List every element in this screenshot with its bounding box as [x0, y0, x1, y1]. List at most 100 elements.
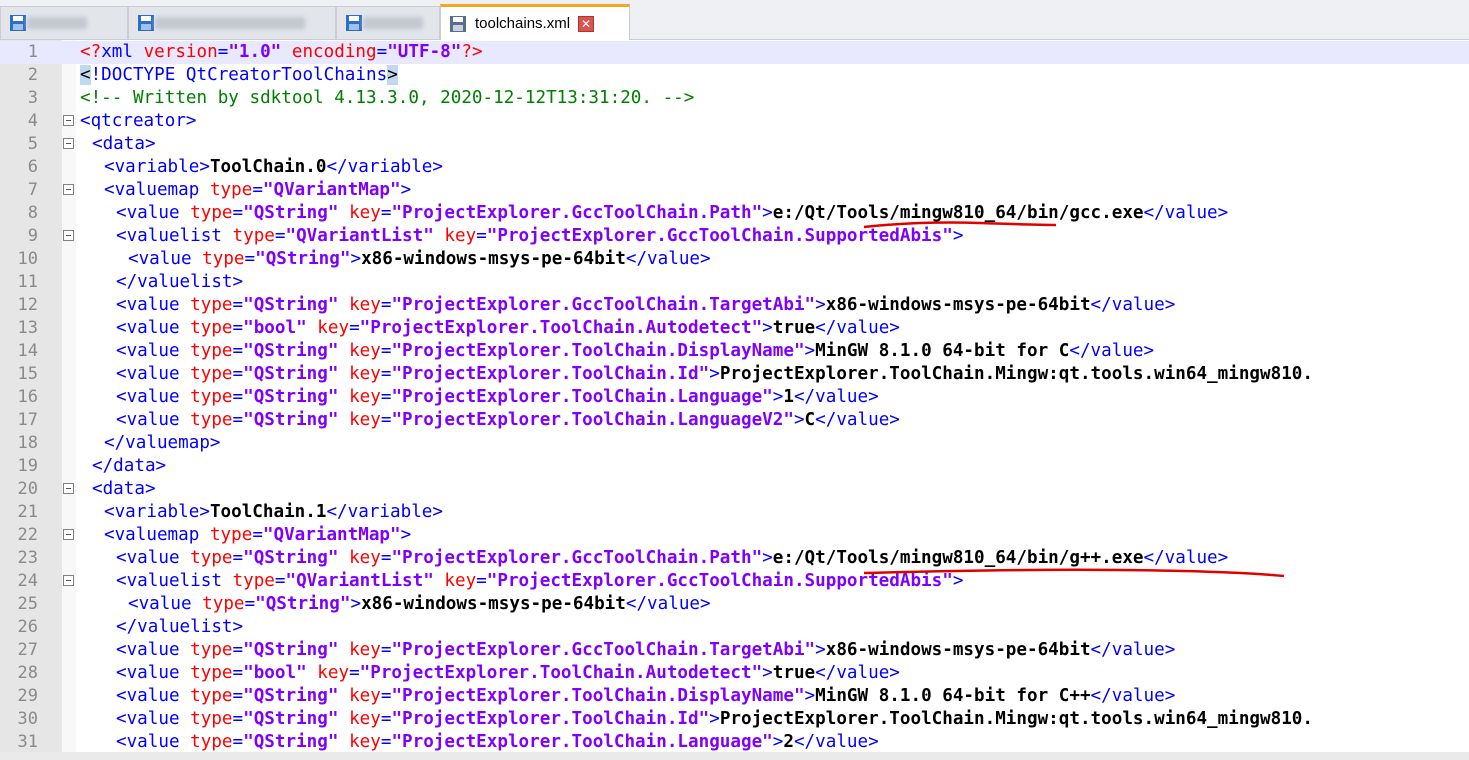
fold-toggle-icon[interactable]: [63, 575, 74, 586]
code-line[interactable]: 1 <?xml version="1.0" encoding="UTF-8"?>: [0, 41, 1469, 64]
code-line[interactable]: 25 <value type="QString">x86-windows-msys…: [0, 593, 1469, 616]
code-token: =: [232, 640, 244, 660]
code-token: </value>: [793, 732, 879, 752]
code-line[interactable]: 12 <value type="QString" key="ProjectExpl…: [0, 294, 1469, 317]
annotation-underline-gcc: [863, 221, 1057, 229]
code-token: <valuelist: [116, 226, 233, 246]
code-text: </valuelist>: [116, 616, 243, 639]
code-token: =: [274, 571, 286, 591]
code-line[interactable]: 5 <data>: [0, 133, 1469, 156]
code-token: "QVariantList": [285, 226, 434, 246]
code-token: "UTF-8": [387, 42, 462, 62]
code-token: <qtcreator>: [80, 111, 197, 131]
code-token: <value: [116, 640, 191, 660]
code-text: <value type="bool" key="ProjectExplorer.…: [116, 662, 900, 685]
code-token: "QString": [243, 410, 339, 430]
code-token: <data>: [92, 479, 156, 499]
code-token: <value: [116, 663, 191, 683]
tab-label-blurred: [155, 17, 305, 29]
code-line[interactable]: 22 <valuemap type="QVariantMap">: [0, 524, 1469, 547]
code-token: type: [190, 686, 233, 706]
code-line[interactable]: 18 </valuemap>: [0, 432, 1469, 455]
code-line[interactable]: 28 <value type="bool" key="ProjectExplore…: [0, 662, 1469, 685]
code-token: >: [400, 525, 412, 545]
code-token: >: [815, 295, 826, 315]
code-token: =: [252, 525, 263, 545]
code-token: =: [232, 663, 244, 683]
tab-file-3[interactable]: [336, 6, 440, 39]
code-line[interactable]: 21 <variable>ToolChain.1</variable>: [0, 501, 1469, 524]
code-text: <value type="QString" key="ProjectExplor…: [116, 202, 1228, 225]
line-number: 29: [17, 686, 38, 706]
code-token: "QString": [243, 732, 339, 752]
fold-toggle-icon[interactable]: [63, 115, 74, 126]
code-line[interactable]: 6 <variable>ToolChain.0</variable>: [0, 156, 1469, 179]
code-text: <value type="QString">x86-windows-msys-p…: [128, 248, 711, 271]
code-editor[interactable]: 1 <?xml version="1.0" encoding="UTF-8"?> 2…: [0, 40, 1469, 760]
code-line[interactable]: 11 </valuelist>: [0, 271, 1469, 294]
tab-toolchains-xml[interactable]: toolchains.xml ✕: [440, 4, 630, 40]
code-line[interactable]: 29 <value type="QString" key="ProjectExpl…: [0, 685, 1469, 708]
code-line[interactable]: 8 <value type="QString" key="ProjectExplo…: [0, 202, 1469, 225]
tab-file-2[interactable]: [128, 6, 336, 39]
code-token: =: [232, 364, 244, 384]
code-line[interactable]: 26 </valuelist>: [0, 616, 1469, 639]
code-line[interactable]: 30 <value type="QString" key="ProjectExpl…: [0, 708, 1469, 731]
code-token: "bool": [243, 663, 307, 683]
fold-toggle-icon[interactable]: [63, 184, 74, 195]
code-line[interactable]: 7 <valuemap type="QVariantMap">: [0, 179, 1469, 202]
code-line[interactable]: 2 <!DOCTYPE QtCreatorToolChains>: [0, 64, 1469, 87]
line-number: 16: [17, 387, 38, 407]
code-token: =: [380, 364, 392, 384]
code-token: =: [380, 387, 392, 407]
code-token: <value: [116, 341, 191, 361]
horizontal-scrollbar[interactable]: [0, 752, 1469, 760]
code-token: type: [202, 594, 245, 614]
code-token: =: [232, 410, 244, 430]
code-line[interactable]: 27 <value type="QString" key="ProjectExpl…: [0, 639, 1469, 662]
code-line[interactable]: 20 <data>: [0, 478, 1469, 501]
line-number: 1: [27, 42, 38, 62]
code-token: =: [232, 387, 244, 407]
code-line[interactable]: 16 <value type="QString" key="ProjectExpl…: [0, 386, 1469, 409]
line-number: 25: [17, 594, 38, 614]
code-line[interactable]: 10 <value type="QString">x86-windows-msys…: [0, 248, 1469, 271]
fold-toggle-icon[interactable]: [63, 529, 74, 540]
code-line[interactable]: 14 <value type="QString" key="ProjectExpl…: [0, 340, 1469, 363]
code-token: type: [202, 249, 245, 269]
code-token: type: [190, 318, 233, 338]
fold-toggle-icon[interactable]: [63, 483, 74, 494]
code-line[interactable]: 31 <value type="QString" key="ProjectExpl…: [0, 731, 1469, 754]
code-token: true: [772, 663, 816, 683]
code-token: </value>: [1090, 640, 1176, 660]
fold-toggle-icon[interactable]: [63, 138, 74, 149]
code-line[interactable]: 19 </data>: [0, 455, 1469, 478]
code-line[interactable]: 13 <value type="bool" key="ProjectExplore…: [0, 317, 1469, 340]
code-text: </data>: [92, 455, 166, 478]
code-text: <value type="QString" key="ProjectExplor…: [116, 685, 1175, 708]
close-tab-icon[interactable]: ✕: [578, 15, 595, 32]
code-token: "ProjectExplorer.ToolChain.Language": [391, 732, 773, 752]
code-line[interactable]: 3 <!-- Written by sdktool 4.13.3.0, 2020-…: [0, 87, 1469, 110]
code-token: "ProjectExplorer.ToolChain.DisplayName": [391, 341, 805, 361]
code-token: =: [232, 318, 244, 338]
code-text: <!DOCTYPE QtCreatorToolChains>: [80, 64, 398, 87]
fold-toggle-icon[interactable]: [63, 230, 74, 241]
code-line[interactable]: 15 <value type="QString" key="ProjectExpl…: [0, 363, 1469, 386]
code-token: >: [709, 364, 720, 384]
code-token: ProjectExplorer.ToolChain.Mingw:qt.tools…: [719, 364, 1313, 384]
tab-bar: toolchains.xml ✕: [0, 0, 1469, 40]
code-token: <valuelist: [116, 571, 233, 591]
code-token: </value>: [1069, 341, 1155, 361]
code-token: key: [349, 387, 381, 407]
code-line[interactable]: 4 <qtcreator>: [0, 110, 1469, 133]
code-token: =: [217, 42, 229, 62]
code-token: key: [349, 640, 381, 660]
tab-file-1[interactable]: [0, 6, 128, 39]
code-text: <valuemap type="QVariantMap">: [104, 179, 411, 202]
code-line[interactable]: 17 <value type="QString" key="ProjectExpl…: [0, 409, 1469, 432]
code-line[interactable]: 9 <valuelist type="QVariantList" key="Pro…: [0, 225, 1469, 248]
